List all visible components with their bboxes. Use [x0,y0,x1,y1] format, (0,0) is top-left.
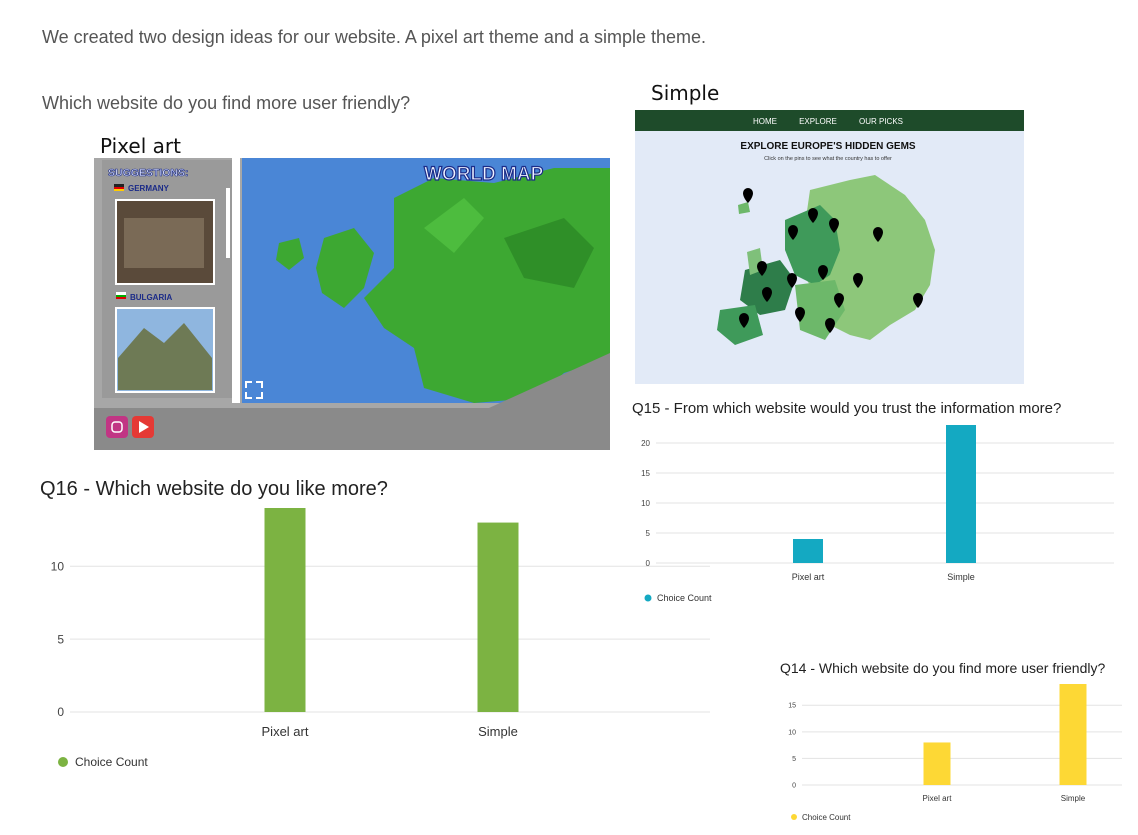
q16-x-label: Pixel art [262,724,309,739]
q14-bars [923,684,1087,785]
q14-legend-swatch [791,814,797,820]
suggestions-label: SUGGESTIONS: [108,167,189,179]
q15-grid: 0 5 10 15 20 [641,439,1114,568]
simple-caption: Simple [651,81,720,105]
q14-x-labels: Pixel art Simple [923,794,1086,803]
q16-x-label: Simple [478,724,518,739]
q14-chart: Q14 - Which website do you find more use… [780,660,1122,822]
q14-bar-simple [1059,684,1087,785]
q15-y-tick: 10 [641,499,650,508]
q16-chart: Q16 - Which website do you like more? 0 5… [40,478,710,769]
q16-legend-label: Choice Count [75,755,148,769]
q15-legend-swatch [644,594,652,602]
world-map-banner: WORLD MAP [424,164,544,185]
q15-y-tick: 15 [641,469,650,478]
intro-text: We created two design ideas for our webs… [42,27,707,47]
q14-y-tick: 10 [788,729,796,736]
q16-y-tick: 0 [57,705,64,719]
simple-headline: EXPLORE EUROPE'S HIDDEN GEMS [740,141,916,152]
q15-bar-simple [946,425,976,563]
q16-chart-title: Q16 - Which website do you like more? [40,478,388,500]
instagram-icon [106,416,128,438]
q15-x-label: Simple [947,572,975,582]
pixel-art-caption: Pixel art [100,134,181,158]
q15-bar-pixel-art [793,539,823,563]
q14-y-tick: 0 [792,782,796,789]
q15-y-tick: 20 [641,439,650,448]
nav-our-picks[interactable]: OUR PICKS [859,117,903,126]
q14-y-tick: 5 [792,756,796,763]
q16-y-tick: 5 [57,632,64,646]
nav-explore[interactable]: EXPLORE [799,117,837,126]
q16-bar-pixel-art [264,508,306,712]
q14-x-label: Pixel art [923,794,953,803]
q14-bar-pixel-art [923,742,951,785]
pixel-art-screenshot: WORLD MAP SUGGESTIONS: GERMANY BULGARIA [94,158,610,450]
q15-x-label: Pixel art [792,572,825,582]
simple-screenshot: HOME EXPLORE OUR PICKS EXPLORE EUROPE'S … [635,110,1024,384]
q16-y-tick: 10 [51,559,65,573]
simple-subtitle: Click on the pins to see what the countr… [764,156,892,162]
q15-legend-label: Choice Count [657,593,712,603]
q16-bars [264,508,519,712]
country-germany[interactable]: GERMANY [128,184,170,193]
q15-chart-title: Q15 - From which website would you trust… [632,400,1061,417]
q16-legend-swatch [58,757,68,767]
q14-chart-title: Q14 - Which website do you find more use… [780,660,1105,676]
q15-y-tick: 0 [646,559,651,568]
q15-x-labels: Pixel art Simple [792,572,975,582]
q14-y-tick: 15 [788,703,796,710]
pixel-art-illustration: WORLD MAP SUGGESTIONS: GERMANY BULGARIA [94,158,610,450]
simple-illustration: HOME EXPLORE OUR PICKS EXPLORE EUROPE'S … [635,110,1024,384]
q16-grid: 0 5 10 [51,559,710,719]
q16-x-labels: Pixel art Simple [262,724,518,739]
q15-chart: Q15 - From which website would you trust… [632,400,1114,603]
q14-x-label: Simple [1061,794,1086,803]
question-text: Which website do you find more user frie… [42,93,411,113]
q15-y-tick: 5 [646,529,651,538]
nav-home[interactable]: HOME [753,117,777,126]
country-bulgaria[interactable]: BULGARIA [130,293,172,302]
q14-legend-label: Choice Count [802,813,851,822]
q16-bar-simple [477,522,519,712]
q15-bars [793,425,976,563]
